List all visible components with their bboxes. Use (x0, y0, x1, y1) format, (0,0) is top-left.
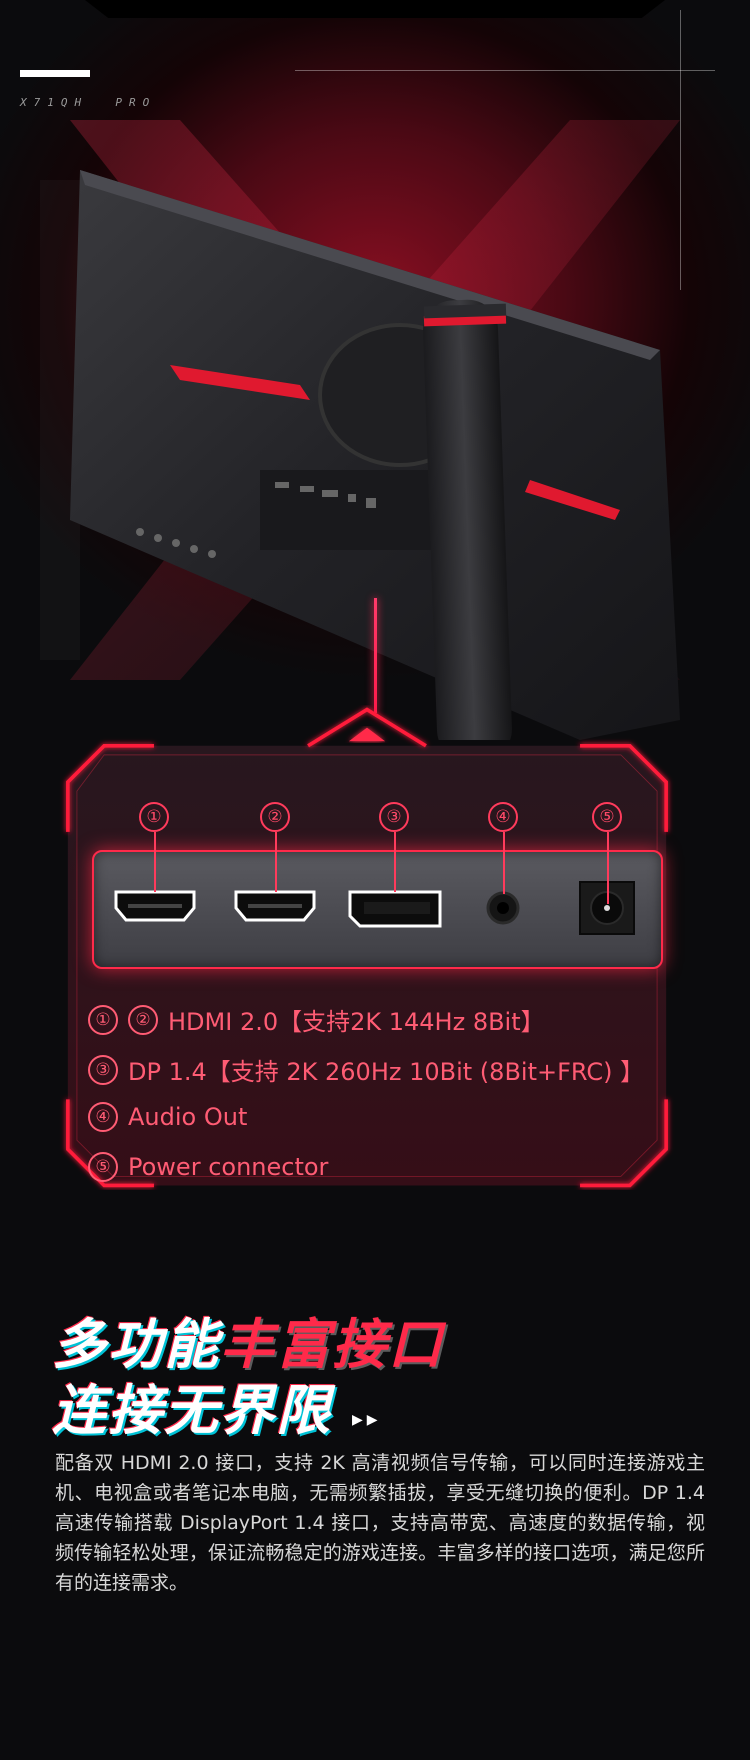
spec-power: ⑤ Power connector (88, 1152, 328, 1182)
port-number-2: ② (260, 802, 290, 832)
port-number-1: ① (139, 802, 169, 832)
spec-number-5: ⑤ (88, 1152, 118, 1182)
port-lead-1 (154, 832, 156, 892)
displayport-icon (348, 890, 442, 928)
port-lead-4 (503, 832, 505, 894)
port-number-5: ⑤ (592, 802, 622, 832)
decor-line-horizontal (295, 70, 715, 71)
hdmi-port-2-icon (234, 890, 316, 922)
spec-dp-text: DP 1.4【支持 2K 260Hz 10Bit (8Bit+FRC) 】 (128, 1058, 645, 1086)
port-lead-5 (607, 832, 609, 904)
callout-line (374, 598, 377, 713)
play-arrows-icon: ▶▶ (352, 1412, 382, 1428)
description-paragraph: 配备双 HDMI 2.0 接口，支持 2K 高清视频信号传输，可以同时连接游戏主… (55, 1452, 705, 1594)
spec-dp: ③ DP 1.4【支持 2K 260Hz 10Bit (8Bit+FRC) 】 (88, 1052, 644, 1087)
spec-number-3: ③ (88, 1054, 118, 1085)
hdmi-port-1-icon (114, 890, 196, 922)
product-page: X71QH PRO ① ② ③ ④ ⑤ ① ② HDMI 2.0【支持2K 14… (0, 0, 750, 1760)
audio-jack-icon (486, 891, 520, 925)
spec-audio: ④ Audio Out (88, 1102, 247, 1132)
spec-power-text: Power connector (128, 1153, 329, 1181)
spec-number-4: ④ (88, 1102, 118, 1132)
port-lead-3 (394, 832, 396, 892)
spec-hdmi-text: HDMI 2.0【支持2K 144Hz 8Bit】 (168, 1008, 545, 1036)
ports-illustration (114, 881, 635, 935)
spec-number-1: ① (88, 1004, 118, 1035)
headline-line-2: 连接无界限 (52, 1366, 332, 1445)
brand-bar (20, 70, 90, 77)
spec-hdmi: ① ② HDMI 2.0【支持2K 144Hz 8Bit】 (88, 1002, 545, 1037)
spec-number-2: ② (128, 1004, 158, 1035)
top-notch (85, 0, 665, 18)
port-number-4: ④ (488, 802, 518, 832)
headline-line-2-text: 连接无界限 (52, 1379, 332, 1442)
spec-audio-text: Audio Out (128, 1103, 248, 1131)
monitor-back-image (70, 170, 680, 740)
port-lead-2 (275, 832, 277, 892)
port-number-3: ③ (379, 802, 409, 832)
